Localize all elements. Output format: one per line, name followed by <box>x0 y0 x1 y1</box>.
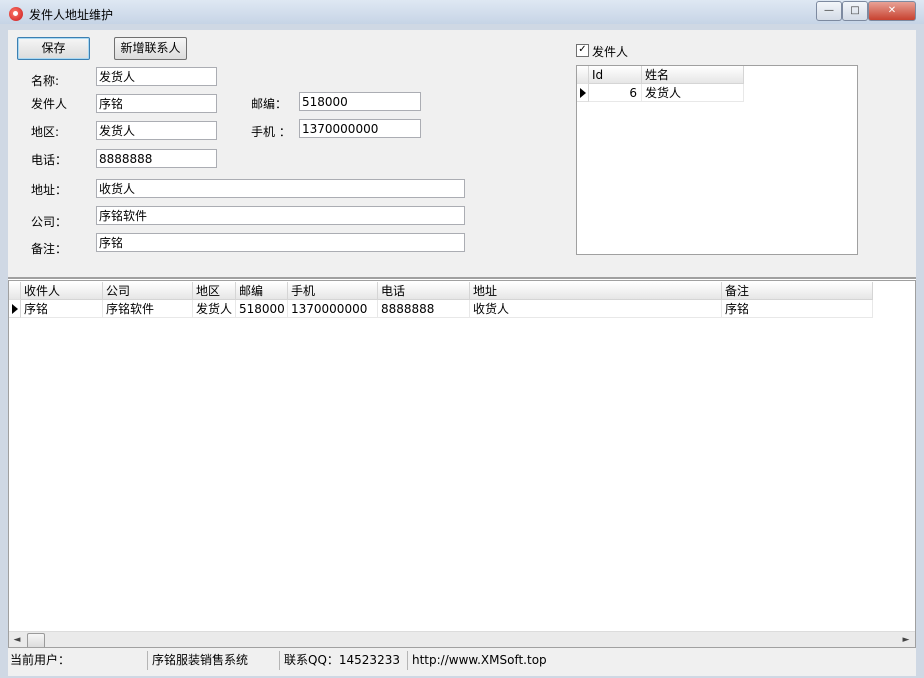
maximize-button[interactable]: □ <box>842 1 868 21</box>
address-grid-header: 收件人 公司 地区 邮编 手机 电话 地址 备注 <box>9 282 873 300</box>
status-contact-qq: 联系QQ：14523233 <box>282 651 408 670</box>
sender-grid[interactable]: Id 姓名 6 发货人 <box>576 65 858 255</box>
table-row[interactable]: 6 发货人 <box>577 84 744 102</box>
title-bar[interactable]: 发件人地址维护 — □ ✕ <box>0 0 924 24</box>
table-cell-notes[interactable]: 序铭 <box>722 300 873 318</box>
phone-field[interactable]: 8888888 <box>96 149 217 168</box>
checkbox-check-icon[interactable]: ✓ <box>576 44 589 57</box>
region-field[interactable]: 发货人 <box>96 121 217 140</box>
status-website-link[interactable]: http://www.XMSoft.top <box>410 651 560 670</box>
row-header-corner <box>9 282 21 300</box>
app-logo-icon <box>9 7 23 21</box>
sender-label: 发件人 <box>31 97 68 111</box>
column-header-postcode[interactable]: 邮编 <box>236 282 288 300</box>
postcode-label: 邮编： <box>251 97 288 111</box>
sender-field[interactable]: 序铭 <box>96 94 217 113</box>
scroll-right-icon[interactable]: ► <box>899 632 913 647</box>
table-cell-postcode[interactable]: 518000 <box>236 300 288 318</box>
mobile-field[interactable]: 1370000000 <box>299 119 421 138</box>
company-field[interactable]: 序铭软件 <box>96 206 465 225</box>
address-field[interactable]: 收货人 <box>96 179 465 198</box>
status-current-user: 当前用户： <box>8 651 148 670</box>
add-contact-button[interactable]: 新增联系人 <box>114 37 187 60</box>
mobile-label: 手机 ： <box>251 125 291 139</box>
notes-field[interactable]: 序铭 <box>96 233 465 252</box>
row-selector[interactable] <box>9 300 21 318</box>
horizontal-scrollbar[interactable]: ◄ ► <box>9 631 915 647</box>
table-row[interactable]: 序铭 序铭软件 发货人 518000 1370000000 8888888 收货… <box>9 300 873 318</box>
company-label: 公司： <box>31 215 68 229</box>
address-grid[interactable]: 收件人 公司 地区 邮编 手机 电话 地址 备注 序铭 序铭软件 发货人 518… <box>8 280 916 648</box>
column-header-address[interactable]: 地址 <box>470 282 722 300</box>
column-header-id[interactable]: Id <box>589 66 642 84</box>
table-cell-id[interactable]: 6 <box>589 84 642 102</box>
window-client-area: 保存 新增联系人 名称: 发货人 发件人 序铭 邮编： 518000 地区: 发… <box>8 30 916 676</box>
table-cell-recipient[interactable]: 序铭 <box>21 300 103 318</box>
table-cell-name[interactable]: 发货人 <box>642 84 744 102</box>
current-row-arrow-icon <box>12 304 18 314</box>
scroll-left-icon[interactable]: ◄ <box>10 632 24 647</box>
status-system-name: 序铭服装销售系统 <box>150 651 280 670</box>
close-button[interactable]: ✕ <box>868 1 916 21</box>
status-bar: 当前用户： 序铭服装销售系统 联系QQ：14523233 http://www.… <box>8 650 916 672</box>
current-row-arrow-icon <box>580 88 586 98</box>
sender-grid-header: Id 姓名 <box>577 66 744 84</box>
save-button[interactable]: 保存 <box>17 37 90 60</box>
notes-label: 备注： <box>31 242 68 256</box>
postcode-field[interactable]: 518000 <box>299 92 421 111</box>
table-cell-phone[interactable]: 8888888 <box>378 300 470 318</box>
sender-filter-label: 发件人 <box>592 45 629 59</box>
name-field[interactable]: 发货人 <box>96 67 217 86</box>
address-label: 地址： <box>31 183 68 197</box>
sender-filter-checkbox[interactable]: ✓ 发件人 <box>576 43 646 59</box>
row-selector[interactable] <box>577 84 589 102</box>
column-header-region[interactable]: 地区 <box>193 282 236 300</box>
column-header-phone[interactable]: 电话 <box>378 282 470 300</box>
row-header-corner <box>577 66 589 84</box>
table-cell-address[interactable]: 收货人 <box>470 300 722 318</box>
scrollbar-thumb[interactable] <box>27 633 45 647</box>
table-cell-company[interactable]: 序铭软件 <box>103 300 193 318</box>
region-label: 地区: <box>31 125 60 139</box>
column-header-recipient[interactable]: 收件人 <box>21 282 103 300</box>
table-cell-region[interactable]: 发货人 <box>193 300 236 318</box>
minimize-button[interactable]: — <box>816 1 842 21</box>
name-label: 名称: <box>31 74 60 88</box>
column-header-company[interactable]: 公司 <box>103 282 193 300</box>
column-header-mobile[interactable]: 手机 <box>288 282 378 300</box>
phone-label: 电话： <box>31 153 68 167</box>
column-header-notes[interactable]: 备注 <box>722 282 873 300</box>
window-title: 发件人地址维护 <box>29 8 114 22</box>
table-cell-mobile[interactable]: 1370000000 <box>288 300 378 318</box>
column-header-name[interactable]: 姓名 <box>642 66 744 84</box>
